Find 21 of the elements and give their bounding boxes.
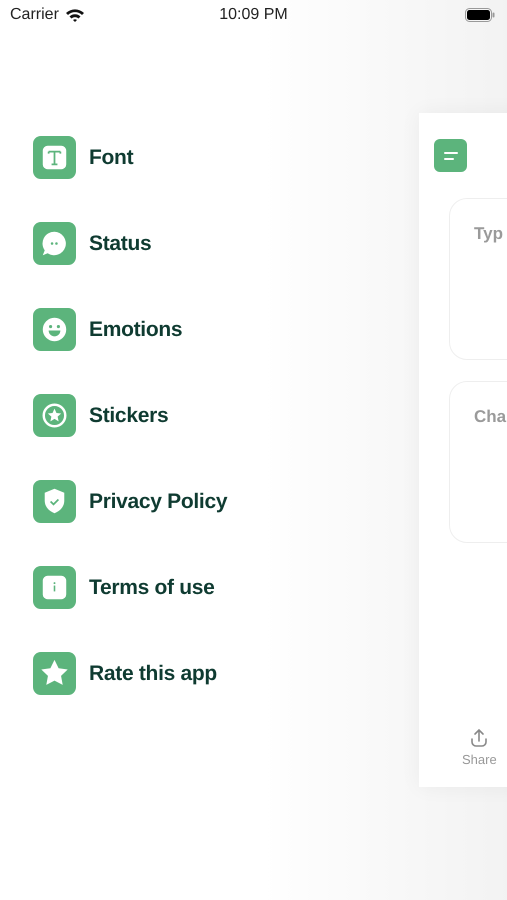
menu-icon (444, 152, 458, 160)
font-icon (33, 136, 76, 179)
shield-icon (33, 480, 76, 523)
carrier-label: Carrier (10, 5, 59, 25)
share-icon (469, 728, 490, 748)
menu-item[interactable]: Font (89, 142, 134, 174)
menu-item[interactable]: Emotions (89, 314, 182, 346)
menu-item[interactable]: Privacy Policy (89, 486, 228, 518)
battery-icon (465, 8, 495, 22)
menu-item[interactable]: Rate this app (89, 658, 217, 690)
card-placeholder: Cha (474, 407, 506, 426)
menu-item[interactable]: Stickers (89, 400, 168, 432)
wifi-icon (64, 8, 85, 22)
time-label: 10:09 PM (219, 5, 288, 25)
menu-item[interactable]: Status (89, 228, 152, 260)
menu-button[interactable] (434, 139, 467, 172)
card-placeholder: Typ (474, 224, 503, 243)
menu-item[interactable]: Terms of use (89, 572, 215, 604)
info-icon (33, 566, 76, 609)
chat-bubble-icon (33, 222, 76, 265)
smiley-icon (33, 308, 76, 351)
